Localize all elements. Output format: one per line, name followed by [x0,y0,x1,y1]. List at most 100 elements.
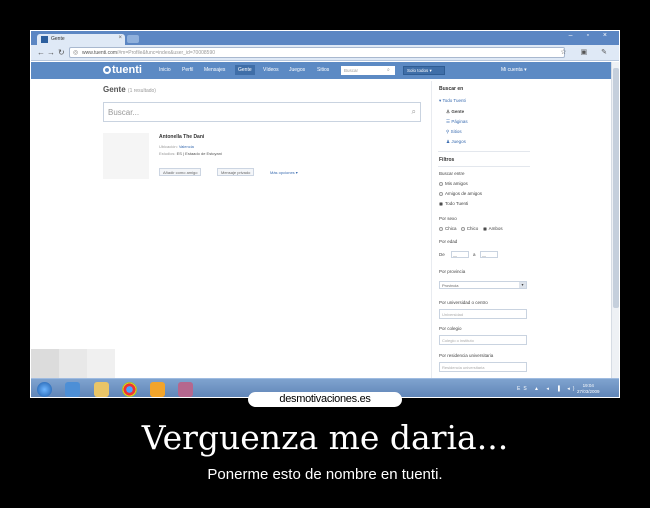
age-from-select[interactable]: — [451,251,469,258]
toolbar-icons[interactable]: ☆ ▣ ✎ [560,48,613,56]
nav-gente[interactable]: Gente [235,65,255,75]
blurred-thumbnail [87,349,115,379]
nav-inicio[interactable]: Inicio [159,67,171,73]
page-icon: ◎ [73,50,79,56]
age-to-select[interactable]: — [480,251,498,258]
add-friend-button[interactable]: Añadir como amigo [159,168,202,176]
province-select-value: Provincia [442,283,459,288]
search-in-heading: Buscar en [439,86,464,92]
tuenti-favicon-icon [41,36,48,43]
blurred-thumbnail [31,349,59,379]
start-button-icon[interactable] [37,382,52,397]
media-player-icon[interactable] [150,382,165,397]
clock-date: 27/03/2009 [577,389,600,394]
radio-friends-of-friends-label: Amigos de amigos [445,191,483,196]
reload-icon[interactable]: ↻ [58,48,65,57]
sex-radio-group[interactable]: Chica Chico Ambos [439,226,503,231]
radio-selected-icon [482,227,487,231]
by-age-label: Por edad [439,239,458,244]
radio-chica-label[interactable]: Chica [445,226,457,231]
location-link[interactable]: Valencia [179,144,194,149]
browser-tab-title: Gente [51,36,65,42]
result-studies: Estudios: ES | Estaado de Estoyani [159,151,222,156]
browser-tab-bar: Gente × – ▫ × [31,31,619,45]
url-path: /#m=Profile&func=index&user_id=70008590 [117,50,216,56]
radio-friends-of-friends[interactable]: Amigos de amigos [439,191,482,196]
window-controls[interactable]: – ▫ × [569,32,613,39]
residence-input[interactable]: Residencia universitaria [439,362,527,372]
university-input[interactable]: Universidad [439,309,527,319]
taskbar-clock[interactable]: 19:04 27/03/2009 [577,383,600,395]
page-scrollbar[interactable] [611,62,619,378]
forward-icon[interactable]: → [47,48,55,57]
chrome-icon[interactable] [122,382,137,397]
nav-sitios[interactable]: Sitios [317,67,329,73]
screenshot-frame: Gente × – ▫ × ← → ↻ ◎ www.tuenti.com/#m=… [30,30,620,398]
system-tray[interactable]: ES ▲ ◂ ▐ ◂) [517,386,577,392]
back-icon[interactable]: ← [37,48,45,57]
section-sitios[interactable]: ⚲ Sitios [446,129,462,135]
age-to-label: a [473,252,476,257]
section-sitios-label: Sitios [450,129,462,134]
section-paginas[interactable]: ☰ Páginas [446,119,468,125]
folder-icon[interactable] [94,382,109,397]
app-icon[interactable] [178,382,193,397]
radio-ambos-label[interactable]: Ambos [489,226,503,231]
games-icon: ♟ [446,139,451,144]
close-tab-icon[interactable]: × [118,35,122,41]
by-residence-label: Por residencia universitaria [439,353,494,358]
radio-chico-label[interactable]: Chico [467,226,479,231]
site-watermark: desmotivaciones.es [248,392,402,407]
studies-value: ES | Estaado de Estoyani [176,151,222,156]
result-avatar[interactable] [103,133,149,179]
nav-perfil[interactable]: Perfil [182,67,193,73]
new-tab-button[interactable] [127,35,139,43]
radio-my-friends[interactable]: Mis amigos [439,181,468,186]
browser-tab[interactable]: Gente × [37,34,125,45]
section-gente[interactable]: ♙ Gente [446,109,464,115]
nav-juegos[interactable]: Juegos [289,67,305,73]
section-gente-label: Gente [451,109,465,114]
studies-label: Estudios: [159,151,176,156]
search-scope-select[interactable]: Solo todos ▾ [403,66,445,75]
internet-explorer-icon[interactable] [65,382,80,397]
caption-title: Verguenza me daria... [141,418,509,457]
radio-all-tuenti[interactable]: Todo Tuenti [439,201,468,206]
tuenti-logo-icon [103,66,111,74]
section-paginas-label: Páginas [451,119,468,124]
radio-selected-icon [439,202,443,206]
chevron-down-icon: ▾ [519,282,526,288]
school-input[interactable]: Colegio o instituto [439,335,527,345]
more-options-link[interactable]: Más opciones ▾ [270,170,298,175]
radio-button-icon [439,227,443,231]
search-icon[interactable]: ⌕ [412,107,416,117]
url-host: www.tuenti.com [82,50,118,56]
browser-toolbar: ← → ↻ ◎ www.tuenti.com/#m=Profile&func=i… [31,45,619,61]
pages-icon: ☰ [446,119,451,124]
people-search-input[interactable]: Buscar... ⌕ [103,102,421,122]
result-location: Ubicación: Valencia [159,144,194,149]
province-select[interactable]: Provincia ▾ [439,281,527,289]
address-bar[interactable]: ◎ www.tuenti.com/#m=Profile&func=index&u… [69,47,565,58]
nav-videos[interactable]: Vídeos [263,67,279,73]
age-from-label: De [439,252,445,257]
section-juegos-label: Juegos [451,139,466,144]
location-pin-icon: ⚲ [446,129,450,134]
divider [438,166,530,167]
result-name[interactable]: Antonella The Dani [159,134,204,140]
nav-mensajes[interactable]: Mensajes [204,67,225,73]
account-menu[interactable]: Mi cuenta ▾ [501,67,527,73]
page-title: Gente (1 resultado) [103,85,156,94]
send-message-button[interactable]: Mensaje privado [217,168,255,176]
page-title-text: Gente [103,85,126,94]
search-icon[interactable]: ⌕ [387,67,390,73]
filters-heading: Filtros [439,157,455,163]
scrollbar-thumb[interactable] [613,68,619,308]
all-tuenti-link[interactable]: ▾ Todo Tuenti [439,98,466,104]
section-juegos[interactable]: ♟ Juegos [446,139,466,145]
tuenti-logo[interactable]: tuenti [103,64,142,76]
radio-all-tuenti-label: Todo Tuenti [445,201,469,206]
divider [438,151,530,152]
by-province-label: Por provincia [439,269,466,274]
blurred-thumbnail [59,349,87,379]
